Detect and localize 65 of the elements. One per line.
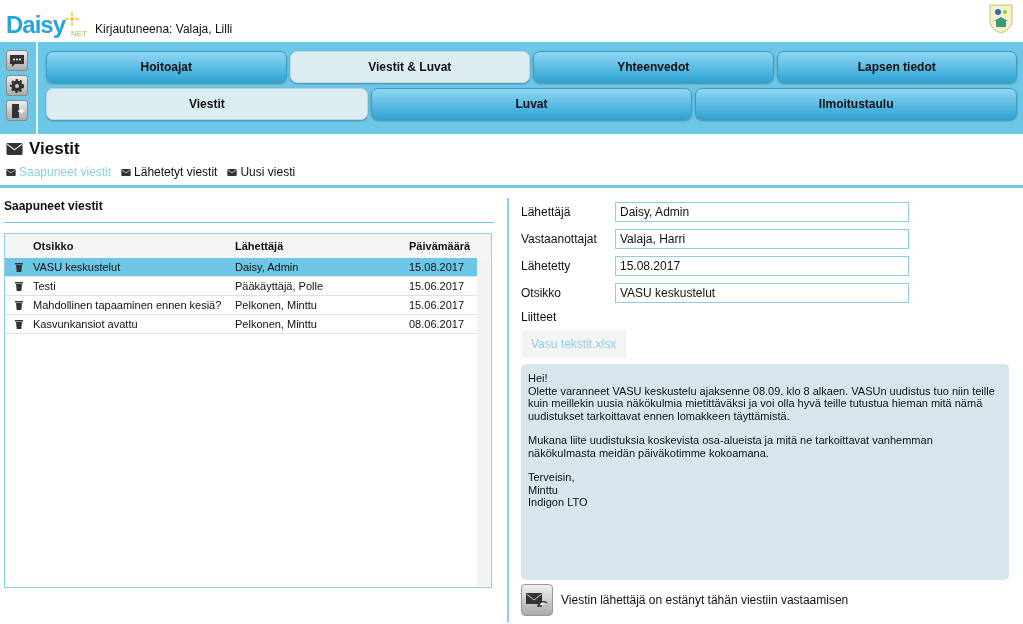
chat-button[interactable] [6, 50, 28, 71]
logged-in-user: Kirjautuneena: Valaja, Lilli [95, 22, 233, 36]
settings-button[interactable] [6, 75, 28, 96]
message-row[interactable]: VASU keskustelut Daisy, Admin 15.08.2017 [5, 258, 477, 277]
main-tab[interactable]: Lapsen tiedot [776, 51, 1017, 83]
input-field[interactable]: Daisy, Admin [615, 202, 909, 222]
table-cell-text: Daisy, Admin [235, 261, 300, 273]
settings-icon [9, 77, 25, 94]
trash-icon[interactable] [15, 281, 23, 291]
envelope-icon [6, 168, 16, 176]
main-tab[interactable]: Hoitoajat [46, 51, 287, 83]
table-cell-text: VASU keskustelut [33, 261, 122, 273]
column-header: Otsikko [33, 240, 75, 252]
logout-button[interactable] [6, 100, 28, 121]
column-header: Lähettäjä [235, 240, 285, 252]
table-cell-text: 08.06.2017 [409, 318, 466, 330]
message-row[interactable]: Testi Pääkäyttäjä, Polle 15.06.2017 [5, 277, 477, 296]
sun-icon [65, 12, 80, 26]
scrollbar[interactable] [477, 258, 490, 586]
page-title: Viestit [29, 139, 80, 159]
sub-tab[interactable]: Ilmoitustaulu [695, 88, 1017, 120]
field-label: Lähetetty [521, 259, 572, 273]
field-label: Otsikko [521, 286, 562, 300]
main-tab[interactable]: Viestit & Luvat [289, 51, 530, 83]
main-tab[interactable]: Yhteenvedot [533, 51, 774, 83]
message-row[interactable]: Mahdollinen tapaaminen ennen kesiä? Pelkonen, Minttu 15.06.2017 [5, 296, 477, 315]
table-cell-text: Pelkonen, Minttu [235, 299, 318, 311]
table-cell-text: 15.06.2017 [409, 280, 466, 292]
sub-tab[interactable]: Luvat [370, 88, 693, 120]
field-label: Vastaanottajat [521, 232, 598, 246]
table-cell-text: Kasvunkansiot avattu [33, 318, 139, 330]
chat-icon [9, 53, 25, 68]
logo-subtext: NET [71, 29, 88, 38]
field-label: Lähettäjä [521, 205, 572, 219]
logo-text: Daisy [6, 12, 66, 38]
reply-button[interactable] [521, 584, 553, 616]
inbox-title: Saapuneet viestit [4, 188, 494, 223]
message-paragraph: Mukana liite uudistuksia koskevista osa-alueista ja mitä ne tarkoittavat vanhemman näkökulmasta meidän päiväkotimme kokoamana. [528, 434, 934, 459]
trash-icon[interactable] [15, 319, 23, 329]
crest-icon [989, 4, 1013, 34]
table-cell-text: Mahdollinen tapaaminen ennen kesiä? [33, 299, 223, 311]
envelope-icon [227, 168, 238, 176]
table-cell-text: 15.06.2017 [409, 299, 466, 311]
reply-blocked-note: Viestin lähettäjä on estänyt tähän viestiin vastaamisen [561, 593, 849, 607]
trash-icon[interactable] [15, 262, 23, 272]
messages-nav-link[interactable]: Lähetetyt viestit [121, 165, 218, 179]
envelope-icon [6, 143, 23, 155]
input-field[interactable]: VASU keskustelut [615, 283, 909, 303]
envelope-icon [121, 168, 132, 176]
input-field[interactable]: Valaja, Harri [615, 229, 909, 249]
trash-icon[interactable] [15, 300, 23, 310]
table-cell-text: Pääkäyttäjä, Polle [235, 280, 325, 292]
message-row[interactable]: Kasvunkansiot avattu Pelkonen, Minttu 08.06.2017 [5, 315, 477, 334]
exit-door-icon [10, 102, 24, 119]
table-cell-text: Pelkonen, Minttu [235, 318, 318, 330]
message-paragraph: Hei! Olette varanneet VASU keskustelu ajaksenne 08.09. klo 8 alkaen. VASUn uudistus tuo niin teille kuin meillekin uusia näkökulmia mietittäväksi ja voi olla hyvä teille tutustua hieman mitä nämä uudistukset tarkoittavat ennen lomakkeen täyttämistä. [528, 372, 996, 422]
attachments-label: Liitteet [521, 310, 558, 324]
messages-nav-link[interactable]: Uusi viesti [227, 165, 296, 179]
input-field[interactable]: 15.08.2017 [615, 256, 909, 276]
message-paragraph: Terveisin, Minttu Indigon LTO [528, 471, 589, 509]
sub-tab[interactable]: Viestit [46, 88, 368, 120]
column-header: Päivämäärä [409, 240, 472, 252]
table-cell-text: 15.08.2017 [409, 261, 466, 273]
envelope-reply-icon [526, 591, 548, 609]
table-cell-text: Testi [33, 280, 57, 292]
